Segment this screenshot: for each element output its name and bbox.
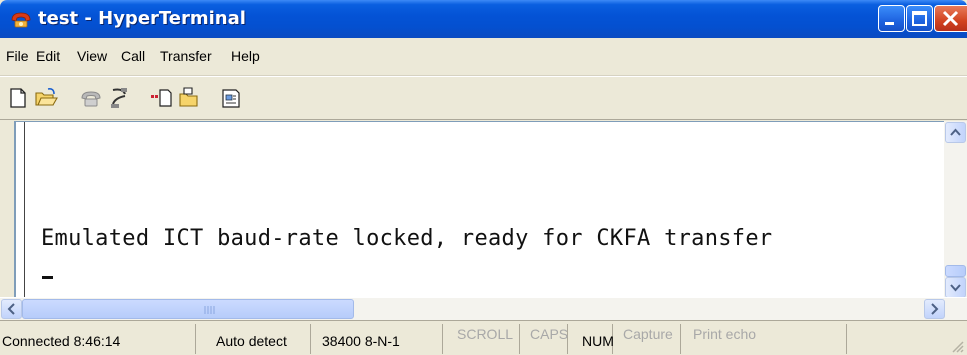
window-title: test - HyperTerminal [38, 8, 246, 29]
close-icon [942, 10, 959, 27]
status-scroll-text: SCROLL [457, 326, 514, 342]
status-capture: Capture [613, 324, 681, 354]
status-num: NUM [568, 324, 614, 354]
maximize-button[interactable] [906, 5, 933, 32]
scroll-left-button[interactable] [1, 299, 22, 319]
chevron-up-icon [950, 128, 961, 136]
menu-transfer[interactable]: Transfer [160, 48, 212, 64]
menu-view[interactable]: View [77, 48, 107, 64]
status-num-text: NUM [582, 333, 614, 349]
minimize-button[interactable] [878, 5, 905, 32]
disconnect-icon[interactable] [107, 86, 131, 110]
open-icon[interactable] [34, 86, 58, 110]
terminal-output-line: Emulated ICT baud-rate locked, ready for… [41, 226, 773, 251]
send-icon[interactable] [150, 86, 174, 110]
menu-bar: File Edit View Call Transfer Help [0, 38, 967, 76]
status-caps: CAPS [520, 324, 568, 354]
minimize-icon [885, 22, 894, 25]
status-print-echo-text: Print echo [693, 326, 757, 342]
call-icon[interactable] [79, 86, 103, 110]
hyperterminal-window: test - HyperTerminal File Edit View Call… [0, 0, 967, 355]
status-scroll: SCROLL [443, 324, 520, 354]
status-detect: Auto detect [196, 324, 311, 354]
terminal-margin-line [24, 122, 25, 297]
maximize-icon [912, 11, 927, 26]
chevron-down-icon [950, 284, 961, 292]
status-caps-text: CAPS [530, 326, 569, 342]
close-button[interactable] [934, 5, 967, 32]
status-connected-text: Connected 8:46:14 [2, 333, 121, 349]
vertical-scrollbar[interactable] [944, 121, 967, 298]
status-detect-text: Auto detect [216, 333, 287, 349]
scroll-up-button[interactable] [945, 122, 966, 143]
hyperterminal-phone-icon[interactable] [10, 9, 32, 29]
scroll-right-button[interactable] [924, 299, 945, 319]
scroll-down-button[interactable] [945, 277, 966, 298]
menu-help[interactable]: Help [231, 48, 260, 64]
status-bar: Connected 8:46:14 Auto detect 38400 8-N-… [0, 320, 967, 355]
chevron-left-icon [7, 303, 15, 315]
status-port: 38400 8-N-1 [311, 324, 443, 354]
menu-call[interactable]: Call [121, 48, 145, 64]
text-cursor [42, 276, 53, 279]
status-port-text: 38400 8-N-1 [322, 333, 400, 349]
status-capture-text: Capture [623, 326, 673, 342]
status-connected: Connected 8:46:14 [0, 324, 196, 354]
menu-file[interactable]: File [6, 48, 29, 64]
horizontal-scrollbar[interactable] [0, 297, 967, 320]
horizontal-scroll-thumb[interactable] [22, 299, 354, 319]
properties-icon[interactable] [219, 86, 243, 110]
chevron-right-icon [931, 303, 939, 315]
toolbar [0, 76, 967, 120]
grip-icon [204, 306, 215, 314]
terminal-screen[interactable]: Emulated ICT baud-rate locked, ready for… [14, 121, 944, 297]
vertical-scroll-thumb[interactable] [945, 265, 966, 277]
resize-grip-icon[interactable] [950, 339, 964, 353]
title-bar[interactable]: test - HyperTerminal [0, 0, 967, 38]
new-connection-icon[interactable] [6, 86, 30, 110]
status-print-echo: Print echo [681, 324, 847, 354]
receive-icon[interactable] [177, 86, 201, 110]
menu-edit[interactable]: Edit [36, 48, 60, 64]
